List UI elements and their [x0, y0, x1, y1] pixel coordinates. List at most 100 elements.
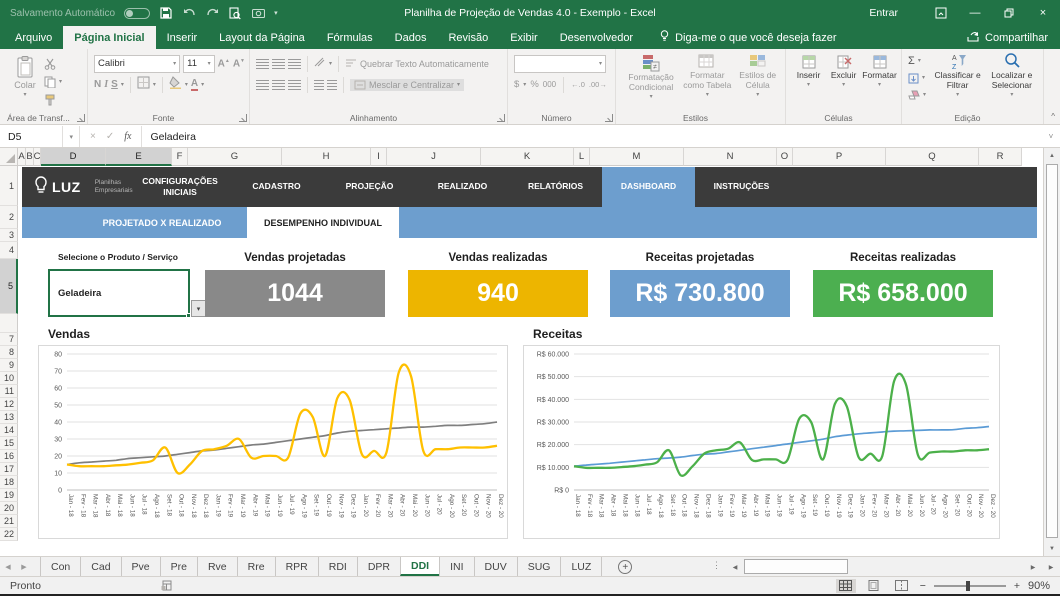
save-icon[interactable]	[159, 6, 173, 20]
sheet-tab-duv[interactable]: DUV	[474, 557, 517, 576]
column-header-P[interactable]: P	[793, 148, 886, 166]
column-header-R[interactable]: R	[979, 148, 1022, 166]
row-header-1[interactable]: 1	[0, 166, 18, 206]
merge-center-button[interactable]: Mesclar e Centralizar ▾	[350, 79, 464, 91]
zoom-out-button[interactable]: −	[920, 580, 926, 592]
sheet-tab-rpr[interactable]: RPR	[275, 557, 318, 576]
customize-qat-icon[interactable]: ▾	[274, 9, 278, 17]
percent-style-button[interactable]: %	[530, 79, 538, 90]
share-button[interactable]: Compartilhar	[967, 26, 1060, 49]
confirm-entry-icon[interactable]: ✓	[106, 131, 114, 142]
column-header-F[interactable]: F	[172, 148, 188, 166]
sheet-tab-sug[interactable]: SUG	[517, 557, 561, 576]
ribbon-tab-desenvolvedor[interactable]: Desenvolvedor	[549, 26, 644, 49]
sheet-nav-left-icon[interactable]: ◀	[0, 557, 16, 576]
row-header-19[interactable]: 19	[0, 489, 18, 502]
align-left-icon[interactable]	[256, 80, 269, 90]
increase-decimal-icon[interactable]: ←.0	[571, 80, 585, 89]
column-header-G[interactable]: G	[188, 148, 282, 166]
row-header-15[interactable]: 15	[0, 437, 18, 450]
add-sheet-button[interactable]: +	[618, 560, 632, 574]
page-layout-view-button[interactable]	[864, 579, 884, 593]
find-select-button[interactable]: Localizar e Selecionar ▾	[985, 52, 1039, 110]
clear-button[interactable]: ▾	[908, 88, 930, 102]
column-header-J[interactable]: J	[387, 148, 481, 166]
hscroll-corner-icon[interactable]: ▶	[1044, 559, 1058, 575]
page-break-view-button[interactable]	[892, 579, 912, 593]
paste-button[interactable]: Colar ▾	[6, 53, 44, 110]
column-header-H[interactable]: H	[282, 148, 371, 166]
ribbon-tab-fo-rmulas[interactable]: Fórmulas	[316, 26, 384, 49]
format-painter-button[interactable]	[44, 93, 62, 107]
cell-styles-button[interactable]: Estilos de Célula ▾	[734, 54, 781, 110]
dialog-launcher-icon[interactable]	[77, 114, 85, 122]
wrap-text-button[interactable]: Quebrar Texto Automaticamente	[360, 59, 489, 69]
sheet-tab-pve[interactable]: Pve	[121, 557, 160, 576]
copy-button[interactable]: ▾	[44, 75, 62, 89]
format-as-table-button[interactable]: Formatar como Tabela ▾	[680, 54, 734, 110]
column-header-C[interactable]: C	[34, 148, 41, 166]
nav-item-realizado[interactable]: REALIZADO	[416, 167, 509, 207]
row-header-18[interactable]: 18	[0, 476, 18, 489]
autosave-toggle[interactable]	[124, 8, 150, 19]
sort-filter-button[interactable]: AZ Classificar e Filtrar ▾	[930, 52, 984, 110]
ribbon-tab-dados[interactable]: Dados	[384, 26, 438, 49]
sheet-tab-ddi[interactable]: DDI	[400, 557, 439, 576]
row-header-22[interactable]: 22	[0, 528, 18, 541]
align-top-icon[interactable]	[256, 59, 269, 69]
row-header-hidden[interactable]	[0, 314, 18, 333]
camera-icon[interactable]	[251, 6, 265, 20]
kpi-value-receitas-projetadas[interactable]: R$ 730.800	[610, 270, 790, 317]
sign-in-button[interactable]: Entrar	[869, 7, 898, 19]
nav-item-instruc-o-es[interactable]: INSTRUÇÕES	[695, 167, 788, 207]
vertical-scrollbar[interactable]: ▲ ▼	[1043, 148, 1060, 556]
restore-button[interactable]	[992, 0, 1026, 26]
row-header-8[interactable]: 8	[0, 346, 18, 359]
nav-item-cadastro[interactable]: CADASTRO	[230, 167, 323, 207]
collapse-ribbon-icon[interactable]: ^	[1051, 112, 1055, 121]
row-header-16[interactable]: 16	[0, 450, 18, 463]
sheet-tab-con[interactable]: Con	[40, 557, 80, 576]
zoom-in-button[interactable]: +	[1014, 580, 1020, 592]
align-right-icon[interactable]	[288, 80, 301, 90]
column-header-L[interactable]: L	[574, 148, 590, 166]
horizontal-scroll-thumb[interactable]	[744, 559, 848, 574]
conditional-formatting-button[interactable]: ≠ Formatação Condicional ▾	[622, 54, 680, 110]
column-header-D[interactable]: D	[41, 148, 106, 166]
align-bottom-icon[interactable]	[288, 59, 301, 69]
name-box-caret-icon[interactable]: ▾	[62, 126, 79, 147]
row-header-2[interactable]: 2	[0, 206, 18, 229]
align-center-icon[interactable]	[272, 80, 285, 90]
row-header-11[interactable]: 11	[0, 385, 18, 398]
nav-item-dashboard[interactable]: DASHBOARD	[602, 167, 695, 207]
chart-vendas[interactable]: 01020304050607080Jan - 18Fev - 18Mar - 1…	[38, 345, 508, 539]
sheet-tab-pre[interactable]: Pre	[160, 557, 197, 576]
ribbon-tab-arquivo[interactable]: Arquivo	[4, 26, 63, 49]
name-box[interactable]: D5 ▾	[0, 126, 80, 147]
nav-item-projec-a-o[interactable]: PROJEÇÃO	[323, 167, 416, 207]
decrease-decimal-icon[interactable]: .00→	[589, 80, 607, 89]
sheet-tab-luz[interactable]: LUZ	[560, 557, 602, 576]
hscroll-left-icon[interactable]: ◀	[728, 559, 742, 575]
zoom-slider-thumb[interactable]	[966, 581, 970, 591]
print-preview-icon[interactable]	[228, 6, 242, 20]
sheet-tab-rve[interactable]: Rve	[197, 557, 237, 576]
subtab-projetado-x-realizado[interactable]: PROJETADO X REALIZADO	[77, 207, 247, 238]
formula-input[interactable]: Geladeira	[142, 126, 1042, 147]
close-button[interactable]: ×	[1026, 0, 1060, 26]
redo-icon[interactable]	[205, 6, 219, 20]
align-middle-icon[interactable]	[272, 59, 285, 69]
expand-formula-bar-icon[interactable]: ˅	[1042, 126, 1060, 147]
column-header-K[interactable]: K	[481, 148, 574, 166]
product-selector-dropdown-button[interactable]: ▾	[191, 300, 206, 317]
sheet-tab-ini[interactable]: INI	[439, 557, 473, 576]
kpi-value-vendas-projetadas[interactable]: 1044	[205, 270, 385, 317]
row-header-20[interactable]: 20	[0, 502, 18, 515]
nav-item-relato-rios[interactable]: RELATÓRIOS	[509, 167, 602, 207]
undo-icon[interactable]	[182, 6, 196, 20]
minimize-button[interactable]: —	[958, 0, 992, 26]
sheet-tab-rdi[interactable]: RDI	[318, 557, 357, 576]
chart-receitas[interactable]: R$ 0R$ 10.000R$ 20.000R$ 30.000R$ 40.000…	[523, 345, 1000, 539]
column-header-A[interactable]: A	[18, 148, 26, 166]
row-header-3[interactable]: 3	[0, 229, 18, 242]
